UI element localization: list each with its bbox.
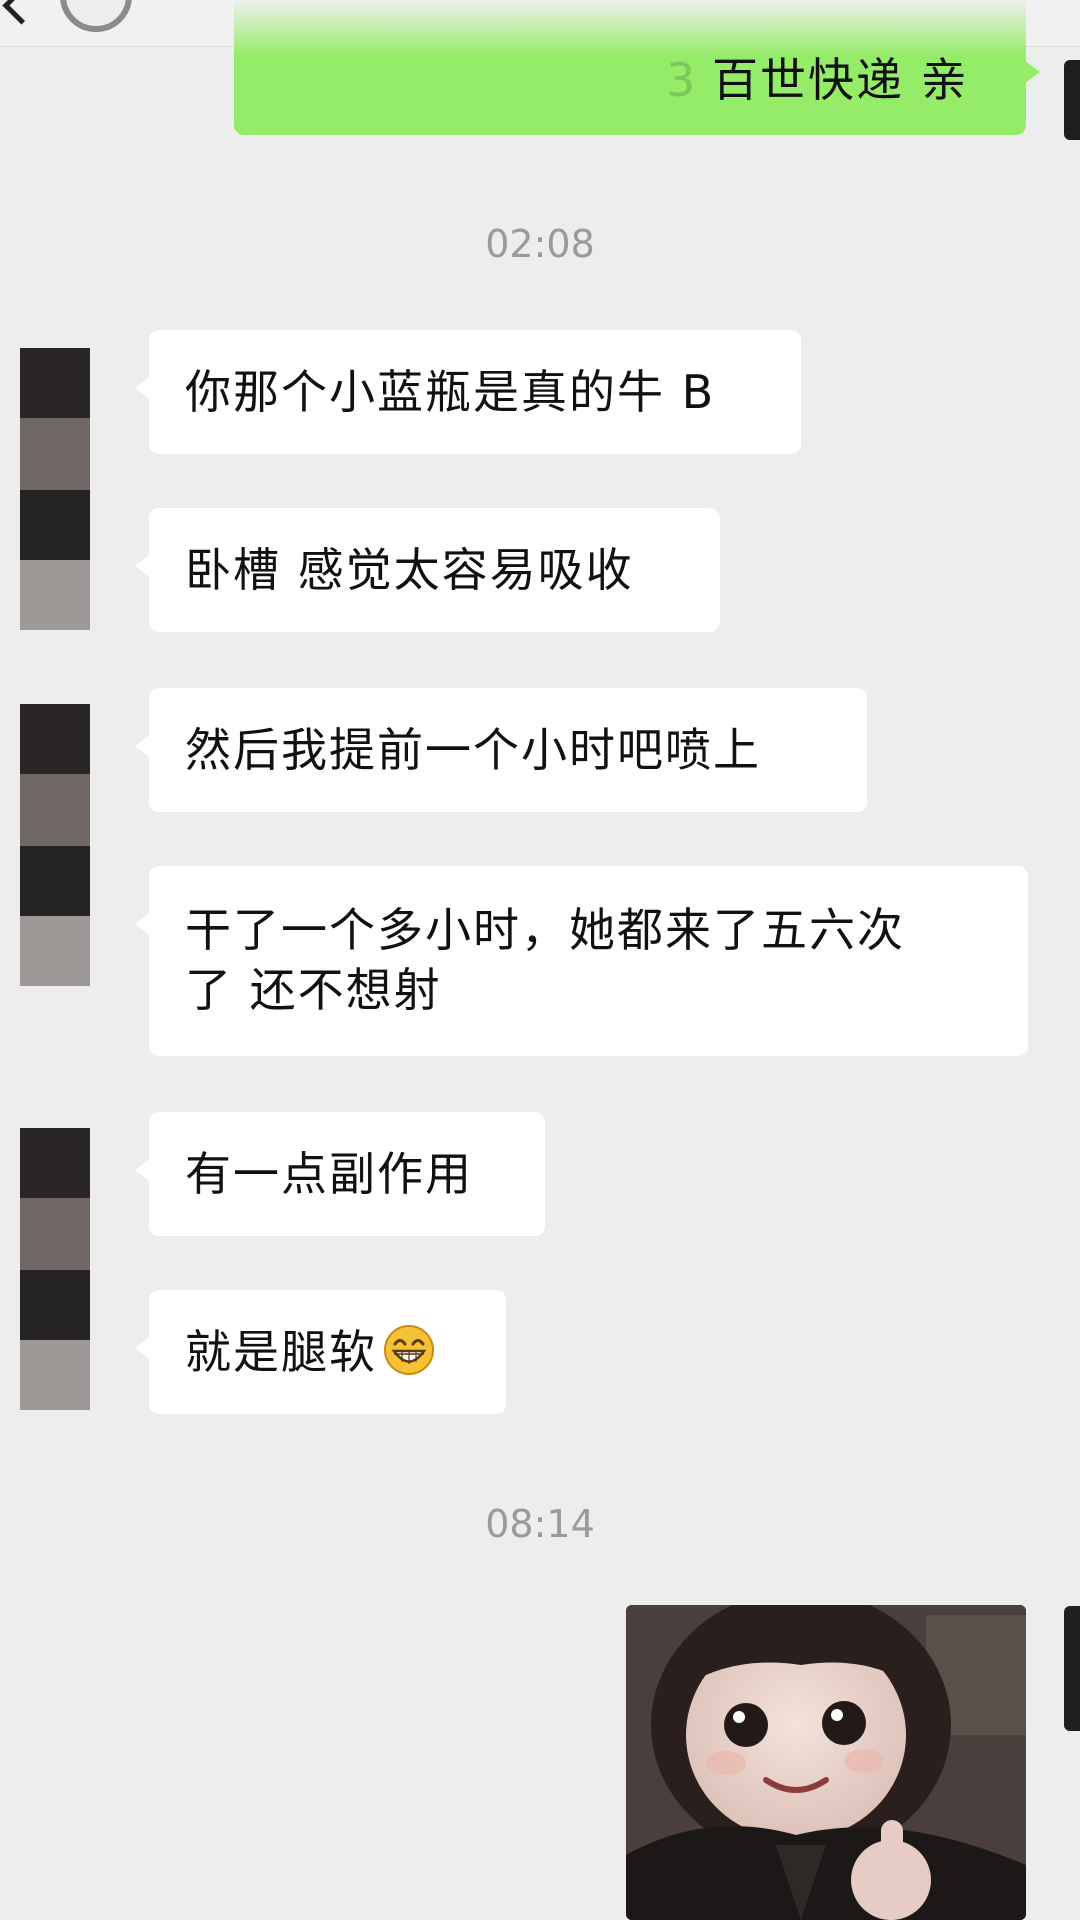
incoming-message-text-line-1: 干了一个多小时，她都来了五六次 [185, 903, 905, 957]
incoming-message-bubble[interactable]: 有一点副作用 [135, 1112, 545, 1236]
timestamp: 02:08 [485, 222, 595, 266]
incoming-message-text: 你那个小蓝瓶是真的牛 B [185, 365, 716, 419]
incoming-message-text: 就是腿软 [185, 1325, 377, 1379]
bubble-tail [1024, 60, 1040, 84]
incoming-message-text: 有一点副作用 [185, 1147, 473, 1201]
incoming-message-bubble[interactable]: 干了一个多小时，她都来了五六次 了 还不想射 [135, 866, 1028, 1056]
child-thumbs-up-image [626, 1605, 1026, 1920]
incoming-message-text-line-2: 了 还不想射 [185, 963, 442, 1017]
outgoing-message-text: 百世快递 亲 [712, 53, 969, 107]
image-message[interactable] [626, 1605, 1026, 1920]
contact-avatar[interactable] [20, 1128, 90, 1410]
back-chevron-icon[interactable] [2, 0, 41, 25]
incoming-message-bubble[interactable]: 你那个小蓝瓶是真的牛 B [135, 330, 801, 454]
grinning-face-emoji-icon [384, 1325, 434, 1375]
incoming-message-text: 然后我提前一个小时吧喷上 [185, 723, 761, 777]
incoming-message-bubble[interactable]: 就是腿软 [135, 1290, 506, 1414]
chat-window: 3 百世快递 亲 02:08 你那个小蓝瓶是真的牛 B 卧槽 感觉太容易吸收 然… [0, 0, 1080, 1920]
header-avatar[interactable] [60, 0, 132, 32]
outgoing-message-bubble[interactable]: 3 百世快递 亲 [234, 0, 1040, 135]
own-avatar[interactable] [1064, 60, 1080, 140]
incoming-message-bubble[interactable]: 卧槽 感觉太容易吸收 [135, 508, 720, 632]
contact-avatar[interactable] [20, 704, 90, 986]
incoming-message-text: 卧槽 感觉太容易吸收 [185, 543, 634, 597]
contact-avatar[interactable] [20, 348, 90, 630]
obscured-char: 3 [666, 53, 696, 107]
incoming-message-bubble[interactable]: 然后我提前一个小时吧喷上 [135, 688, 867, 812]
timestamp: 08:14 [485, 1502, 595, 1546]
own-avatar[interactable] [1064, 1606, 1080, 1731]
